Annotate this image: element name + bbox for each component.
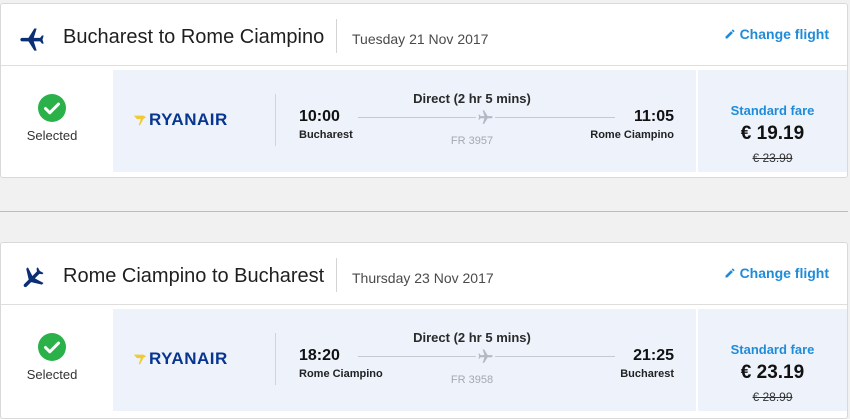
airline-logo: RYANAIR: [133, 349, 228, 369]
header-divider: [336, 19, 337, 53]
fare-price: € 23.19: [740, 362, 805, 383]
route-line-left: [358, 117, 476, 118]
flight-date: Thursday 23 Nov 2017: [352, 270, 494, 286]
card-body: Selected RYANAIR 18:20 Rome Ciampino Dir…: [1, 305, 847, 418]
route-line-right: [495, 356, 615, 357]
check-circle-icon: [38, 333, 66, 361]
route-title: Bucharest to Rome Ciampino: [63, 26, 325, 48]
card-header: Bucharest to Rome Ciampino Tuesday 21 No…: [1, 4, 847, 66]
departure-city: Bucharest: [299, 129, 353, 141]
route-title: Rome Ciampino to Bucharest: [63, 265, 325, 287]
selected-status: Selected: [1, 305, 109, 418]
selected-label: Selected: [26, 128, 78, 143]
card-header: Rome Ciampino to Bucharest Thursday 23 N…: [1, 243, 847, 305]
check-circle-icon: [38, 94, 66, 122]
fare-box[interactable]: Standard fare € 19.19 € 23.99: [698, 70, 847, 172]
plane-departure-icon: [20, 28, 44, 51]
original-price: € 28.99: [752, 390, 793, 404]
plane-icon: [478, 110, 493, 124]
flight-number: FR 3957: [450, 135, 494, 147]
outbound-flight-card: Bucharest to Rome Ciampino Tuesday 21 No…: [0, 3, 848, 178]
ryanair-harp-icon: [133, 115, 147, 126]
fare-type: Standard fare: [730, 342, 815, 357]
plane-icon: [478, 349, 493, 363]
selected-status: Selected: [1, 66, 109, 177]
pencil-icon: [725, 268, 735, 278]
route-line-left: [358, 356, 476, 357]
change-flight-label: Change flight: [739, 265, 829, 281]
airline-logo: RYANAIR: [133, 110, 228, 130]
flight-duration: Direct (2 hr 5 mins): [413, 330, 531, 345]
original-price: € 23.99: [752, 151, 793, 165]
change-flight-label: Change flight: [739, 26, 829, 42]
plane-arrival-icon: [23, 267, 44, 288]
arrival-city: Bucharest: [620, 368, 674, 380]
change-flight-link[interactable]: Change flight: [724, 265, 829, 281]
pencil-icon: [725, 29, 735, 39]
departure-time: 18:20: [299, 347, 340, 364]
header-divider: [336, 258, 337, 292]
flight-date: Tuesday 21 Nov 2017: [352, 31, 489, 47]
fare-price: € 19.19: [740, 123, 805, 144]
flight-number: FR 3958: [450, 374, 494, 386]
arrival-time: 21:25: [633, 347, 674, 364]
fare-type: Standard fare: [730, 103, 815, 118]
logo-divider: [275, 94, 276, 146]
airline-name: RYANAIR: [149, 110, 228, 129]
arrival-city: Rome Ciampino: [590, 129, 674, 141]
ryanair-harp-icon: [133, 354, 147, 365]
section-divider: [0, 211, 848, 212]
flight-duration: Direct (2 hr 5 mins): [413, 91, 531, 106]
fare-box[interactable]: Standard fare € 23.19 € 28.99: [698, 309, 847, 411]
flight-details[interactable]: RYANAIR 18:20 Rome Ciampino Direct (2 hr…: [113, 309, 696, 411]
logo-divider: [275, 333, 276, 385]
route-line-right: [495, 117, 615, 118]
card-body: Selected RYANAIR 10:00 Bucharest Direct …: [1, 66, 847, 177]
selected-label: Selected: [26, 367, 78, 382]
change-flight-link[interactable]: Change flight: [724, 26, 829, 42]
airline-name: RYANAIR: [149, 349, 228, 368]
arrival-time: 11:05: [633, 108, 674, 125]
return-flight-card: Rome Ciampino to Bucharest Thursday 23 N…: [0, 242, 848, 419]
departure-time: 10:00: [299, 108, 340, 125]
flight-details[interactable]: RYANAIR 10:00 Bucharest Direct (2 hr 5 m…: [113, 70, 696, 172]
